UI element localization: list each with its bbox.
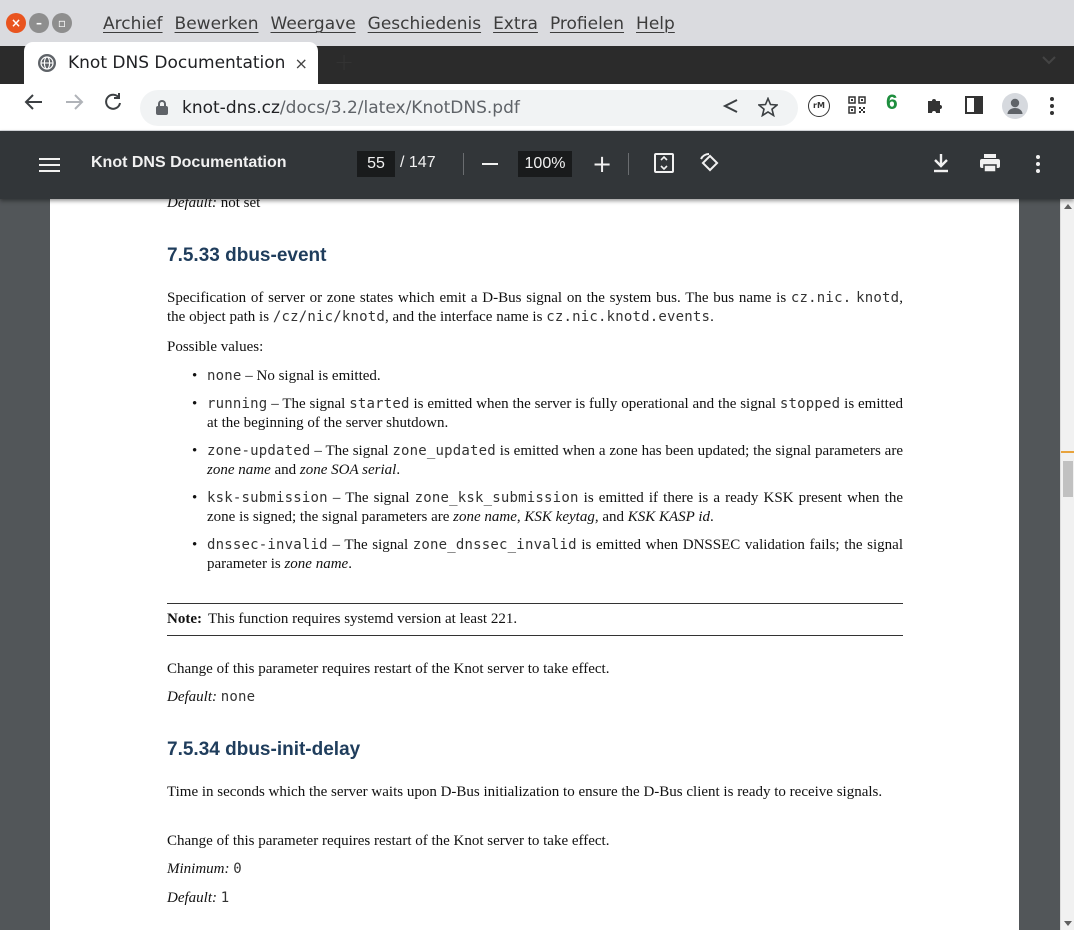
minimum-value-line: Minimum: 0: [167, 861, 242, 877]
forward-arrow-icon[interactable]: [64, 92, 84, 118]
menu-bar: Archief Bewerken Weergave Geschiedenis E…: [103, 14, 675, 34]
scroll-down-arrow-icon[interactable]: [1064, 921, 1072, 926]
vertical-scrollbar[interactable]: [1060, 199, 1074, 930]
extension-badge-count[interactable]: 6: [886, 91, 898, 115]
address-bar[interactable]: knot-dns.cz/docs/3.2/latex/KnotDNS.pdf: [140, 90, 798, 126]
window-minimize-button[interactable]: –: [29, 13, 49, 33]
note-label: Note:: [167, 611, 202, 627]
list-item: dnssec-invalid – The signal zone_dnssec_…: [167, 536, 903, 574]
new-tab-button[interactable]: +: [334, 48, 354, 76]
menu-item-bewerken[interactable]: Bewerken: [175, 14, 259, 34]
note-box: Note: This function requires systemd vers…: [167, 603, 903, 636]
section-heading-dbus-event: 7.5.33 dbus-event: [167, 245, 327, 266]
scroll-up-arrow-icon[interactable]: [1064, 204, 1072, 209]
list-item: ksk-submission – The signal zone_ksk_sub…: [167, 489, 903, 527]
section-heading-dbus-init-delay: 7.5.34 dbus-init-delay: [167, 739, 361, 760]
profile-avatar-icon[interactable]: [1002, 93, 1028, 119]
window-maximize-button[interactable]: ▫: [52, 13, 72, 33]
lock-icon[interactable]: [156, 100, 168, 115]
rotate-icon[interactable]: [698, 151, 722, 179]
share-icon[interactable]: [722, 97, 740, 120]
dbus-init-delay-description: Time in seconds which the server waits u…: [167, 784, 883, 800]
bookmark-star-icon[interactable]: [756, 96, 780, 122]
qr-code-icon[interactable]: [848, 96, 866, 118]
note-text: This function requires systemd version a…: [207, 611, 518, 627]
menu-item-extra[interactable]: Extra: [493, 14, 538, 34]
menu-item-weergave[interactable]: Weergave: [271, 14, 356, 34]
list-item: zone-updated – The signal zone_updated i…: [167, 442, 903, 480]
puzzle-piece-icon[interactable]: [925, 95, 945, 119]
toolbar-divider: [463, 153, 464, 175]
toolbar-divider: [628, 153, 629, 175]
pdf-viewer-toolbar: Knot DNS Documentation 55 / 147 100% +: [0, 131, 1074, 199]
window-close-button[interactable]: ×: [6, 13, 26, 33]
tab-title: Knot DNS Documentation: [68, 53, 286, 73]
zoom-in-icon[interactable]: +: [592, 151, 612, 177]
fit-to-page-icon[interactable]: [654, 153, 674, 173]
chrome-menu-icon[interactable]: [1050, 97, 1054, 119]
list-item: running – The signal started is emitted …: [167, 395, 903, 433]
reload-icon[interactable]: [103, 92, 123, 118]
title-bar: × – ▫ Archief Bewerken Weergave Geschied…: [0, 0, 1074, 46]
scroll-thumb[interactable]: [1063, 461, 1073, 497]
back-arrow-icon[interactable]: [24, 92, 44, 118]
browser-toolbar: knot-dns.cz/docs/3.2/latex/KnotDNS.pdf r…: [0, 84, 1074, 131]
possible-values-label: Possible values:: [167, 339, 264, 355]
list-item: none – No signal is emitted.: [167, 367, 903, 386]
pdf-page: Default: not set 7.5.33 dbus-event Speci…: [50, 199, 1019, 930]
restart-notice: Change of this parameter requires restar…: [167, 833, 610, 849]
menu-hamburger-icon[interactable]: [39, 158, 60, 172]
restart-notice: Change of this parameter requires restar…: [167, 661, 610, 677]
previous-default-line: Default: not set: [167, 199, 261, 211]
print-icon[interactable]: [979, 153, 1001, 177]
remarkable-extension-icon[interactable]: rM: [808, 95, 830, 117]
menu-item-geschiedenis[interactable]: Geschiedenis: [368, 14, 481, 34]
pdf-document-title: Knot DNS Documentation: [91, 154, 287, 171]
pdf-viewport[interactable]: Default: not set 7.5.33 dbus-event Speci…: [0, 199, 1060, 930]
more-options-icon[interactable]: [1036, 155, 1040, 176]
zoom-level-input[interactable]: 100%: [518, 151, 572, 177]
tab-close-button[interactable]: ×: [294, 54, 307, 73]
zoom-out-icon[interactable]: [482, 163, 498, 165]
side-panel-icon[interactable]: [965, 96, 983, 118]
globe-icon: [38, 54, 56, 72]
menu-item-archief[interactable]: Archief: [103, 14, 163, 34]
default-value-line: Default: 1: [167, 890, 230, 906]
total-pages: / 147: [400, 154, 436, 171]
download-icon[interactable]: [932, 153, 950, 177]
dbus-event-description: Specification of server or zone states w…: [167, 290, 904, 325]
menu-item-help[interactable]: Help: [636, 14, 675, 34]
window-controls: × – ▫: [6, 13, 72, 33]
tab-search-chevron-icon[interactable]: [1042, 53, 1056, 69]
url-text[interactable]: knot-dns.cz/docs/3.2/latex/KnotDNS.pdf: [182, 98, 520, 118]
page-number-input[interactable]: 55: [357, 151, 395, 177]
possible-values-list: none – No signal is emitted. running – T…: [167, 367, 903, 583]
browser-tab[interactable]: Knot DNS Documentation ×: [24, 42, 318, 84]
scroll-position-marker: [1061, 451, 1074, 453]
menu-item-profielen[interactable]: Profielen: [550, 14, 624, 34]
default-value-line: Default: none: [167, 689, 256, 705]
